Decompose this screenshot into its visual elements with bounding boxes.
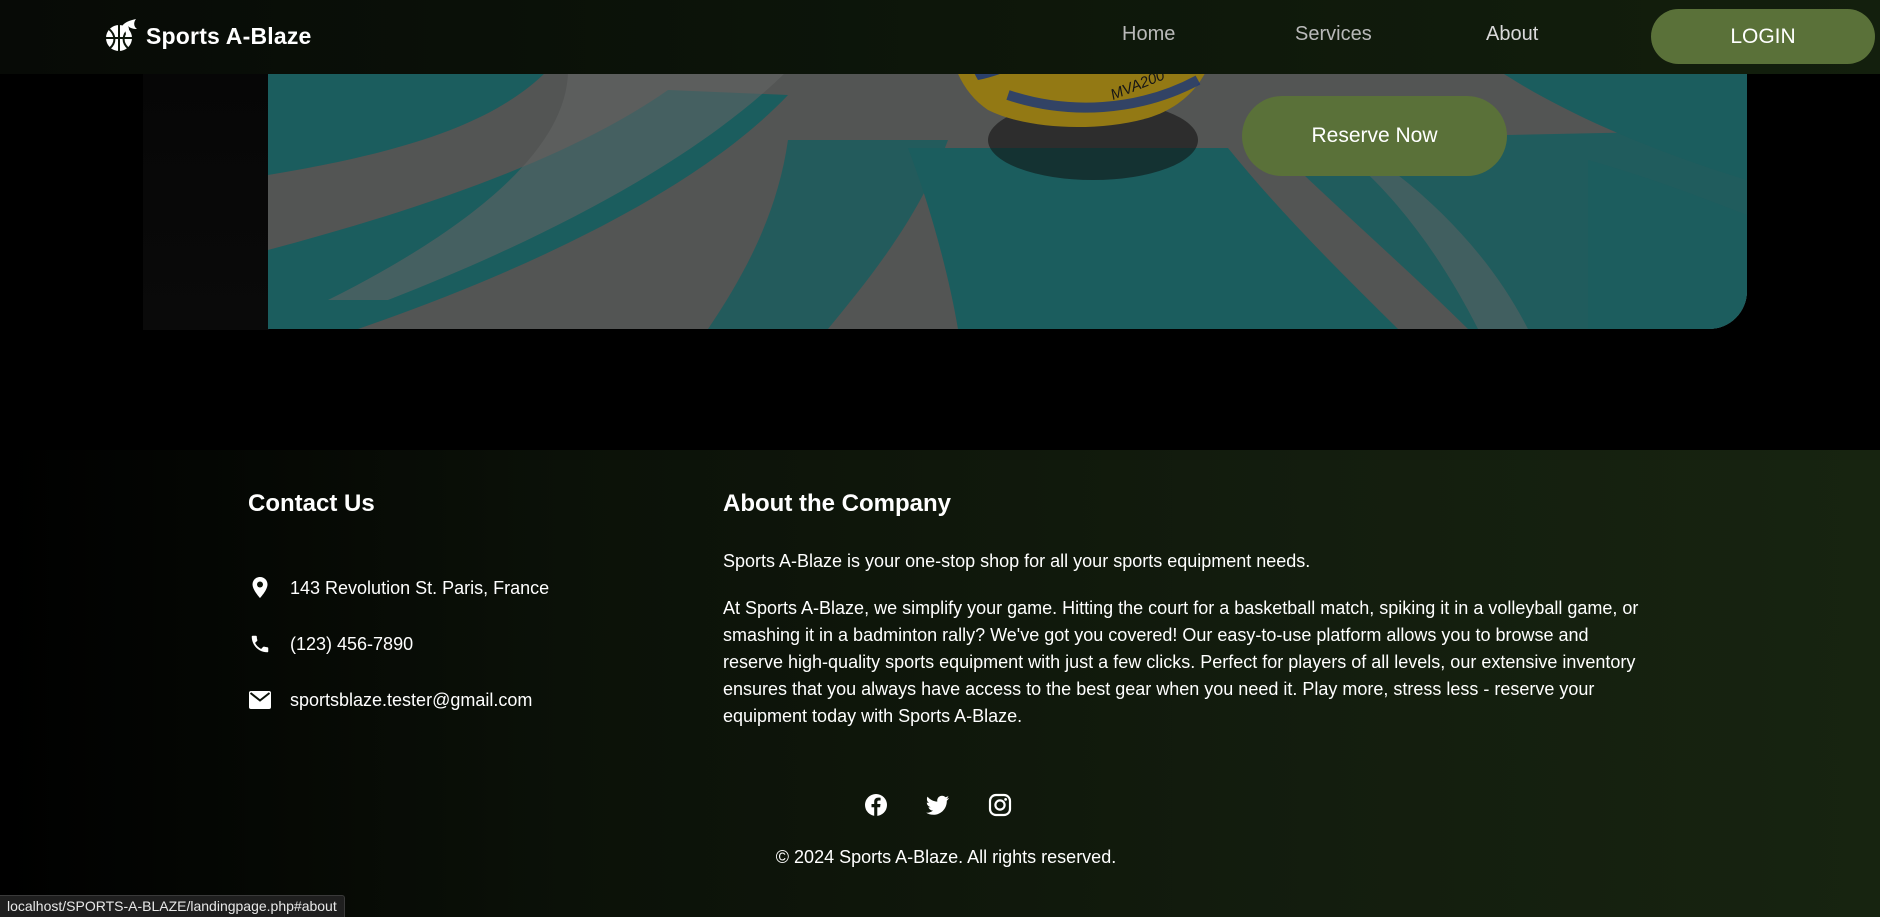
address-text: 143 Revolution St. Paris, France bbox=[290, 577, 550, 598]
reserve-now-button[interactable]: Reserve Now bbox=[1242, 96, 1507, 176]
contact-heading: Contact Us bbox=[248, 490, 375, 517]
browser-status-url: localhost/SPORTS-A-BLAZE/landingpage.php… bbox=[0, 895, 345, 917]
copyright-text: © 2024 Sports A-Blaze. All rights reserv… bbox=[775, 847, 1117, 867]
top-navbar: Sports A-Blaze Home Services About LOGIN bbox=[0, 0, 1880, 74]
nav-link-services[interactable]: Services bbox=[1295, 23, 1372, 46]
phone-icon bbox=[248, 632, 272, 656]
nav-link-home[interactable]: Home bbox=[1122, 23, 1175, 46]
about-paragraph-2: At Sports A-Blaze, we simplify your game… bbox=[723, 598, 1639, 726]
nav-link-about[interactable]: About bbox=[1486, 23, 1538, 46]
mail-icon bbox=[248, 688, 272, 712]
login-button[interactable]: LOGIN bbox=[1651, 9, 1875, 64]
facebook-icon[interactable] bbox=[864, 793, 888, 817]
social-links bbox=[864, 793, 1012, 817]
contact-address: 143 Revolution St. Paris, France bbox=[248, 576, 549, 600]
contact-phone: (123) 456-7890 bbox=[248, 632, 413, 656]
twitter-icon[interactable] bbox=[926, 793, 950, 817]
brand[interactable]: Sports A-Blaze bbox=[102, 17, 312, 55]
footer: Contact Us 143 Revolution St. Paris, Fra… bbox=[0, 450, 1880, 917]
basketball-flame-logo-icon bbox=[106, 19, 137, 51]
contact-email[interactable]: sportsblaze.tester@gmail.com bbox=[248, 688, 532, 712]
about-heading: About the Company bbox=[723, 490, 951, 517]
location-pin-icon bbox=[248, 576, 272, 600]
instagram-icon[interactable] bbox=[988, 793, 1012, 817]
phone-text: (123) 456-7890 bbox=[290, 633, 414, 654]
about-paragraph-1: Sports A-Blaze is your one-stop shop for… bbox=[723, 551, 1311, 571]
brand-name: Sports A-Blaze bbox=[146, 22, 312, 49]
email-text[interactable]: sportsblaze.tester@gmail.com bbox=[290, 690, 532, 711]
